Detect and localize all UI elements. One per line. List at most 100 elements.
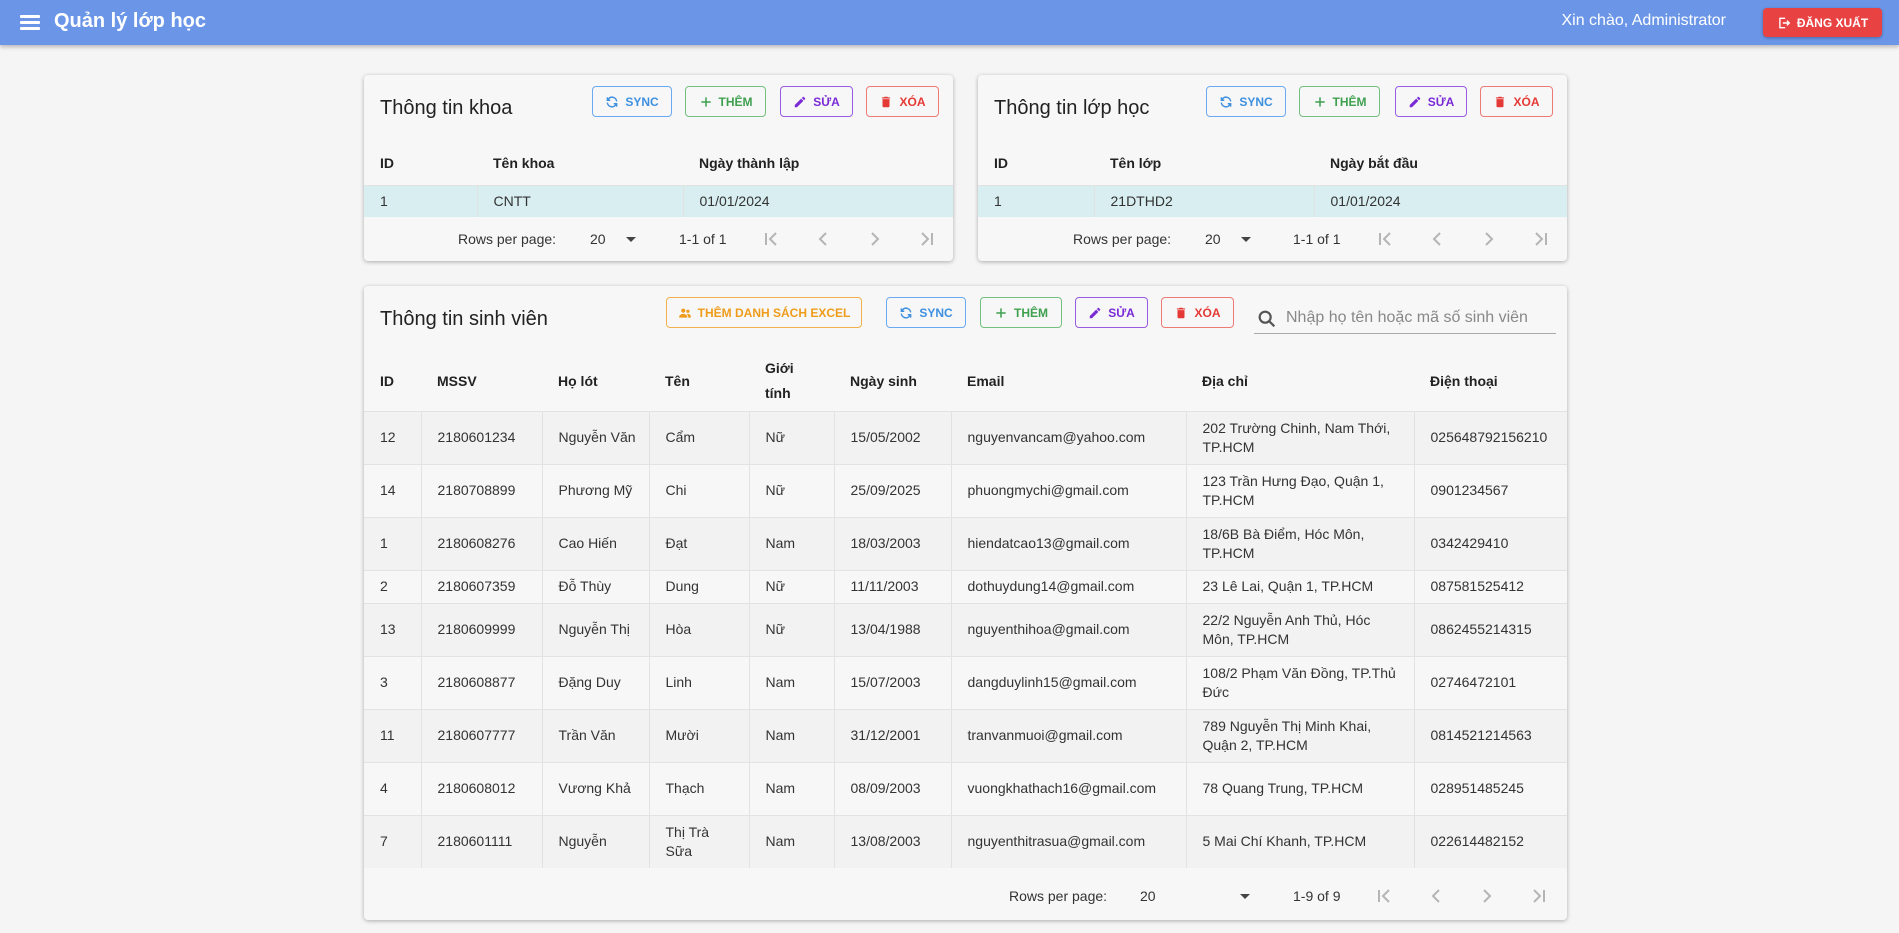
faculty-sync-button[interactable]: SYNC [592,86,672,117]
student-edit-button[interactable]: SỬA [1075,297,1148,328]
cell-dien-thoai: 087581525412 [1413,569,1567,603]
cell-email: phuongmychi@gmail.com [950,463,1186,517]
faculty-edit-button[interactable]: SỬA [780,86,853,117]
page-range: 1-9 of 9 [1293,888,1341,904]
col-header[interactable]: Ngày thành lập [683,141,953,185]
cell-ngay-sinh: 11/11/2003 [833,569,951,603]
cell: CNTT [476,184,683,217]
cell-mssv: 2180608012 [420,761,542,815]
table-row[interactable]: 2 2180607359 Đỗ Thùy Dung Nữ 11/11/2003 dothuy… [364,569,1567,603]
table-row[interactable]: 1 CNTT 01/01/2024 [364,184,953,217]
next-page-icon[interactable] [863,227,887,251]
next-page-icon[interactable] [1475,884,1499,908]
faculty-delete-button[interactable]: XÓA [866,86,939,117]
student-pagination: Rows per page: 20 1-9 of 9 [364,876,1567,916]
cell-ngay-sinh: 08/09/2003 [833,761,951,815]
table-row[interactable]: 1 21DTHD2 01/01/2024 [978,184,1567,217]
sync-icon [1220,96,1232,107]
col-header[interactable]: Tên khoa [477,141,683,185]
cell-mssv: 2180608276 [420,516,542,570]
dropdown-caret-icon[interactable] [1241,237,1251,242]
table-row[interactable]: 12 2180601234 Nguyễn Văn Cẩm Nữ 15/05/2002 ngu… [364,410,1567,464]
last-page-icon[interactable] [915,227,939,251]
col-header[interactable]: Họ lót [542,352,649,411]
col-header[interactable]: Giới tính [749,352,834,411]
cell-ngay-sinh: 13/08/2003 [833,814,951,868]
rows-per-page-select[interactable]: 20 [590,231,606,247]
col-header[interactable]: MSSV [421,352,542,411]
cell-dia-chi: 108/2 Phạm Văn Đồng, TP.Thủ Đức [1185,655,1414,709]
col-header[interactable]: Ngày sinh [834,352,951,411]
table-row[interactable]: 1 2180608276 Cao Hiến Đạt Nam 18/03/2003 hiend… [364,516,1567,570]
student-delete-button[interactable]: XÓA [1161,297,1234,328]
first-page-icon[interactable] [1373,227,1397,251]
col-header[interactable]: Địa chỉ [1186,352,1414,411]
dropdown-caret-icon[interactable] [1240,894,1250,899]
logout-button[interactable]: ĐĂNG XUẤT [1763,8,1882,37]
cell-mssv: 2180607777 [420,708,542,762]
faculty-table: ID Tên khoa Ngày thành lập 1 CNTT 01/01/… [364,141,953,217]
search-input[interactable] [1286,306,1551,330]
cell-id: 4 [364,761,421,815]
col-header[interactable]: ID [978,141,1094,185]
table-row[interactable]: 14 2180708899 Phương Mỹ Chi Nữ 25/09/2025 phuo… [364,463,1567,517]
plus-icon [700,96,711,107]
col-header[interactable]: Điện thoại [1414,352,1567,411]
first-page-icon[interactable] [759,227,783,251]
class-sync-button[interactable]: SYNC [1206,86,1286,117]
col-header[interactable]: Tên lớp [1094,141,1314,185]
rows-per-page-select[interactable]: 20 [1140,888,1156,904]
table-row[interactable]: 7 2180601111 Nguyễn Thị Trà Sữa Nam 13/08/200… [364,814,1567,868]
col-header[interactable]: Email [951,352,1186,411]
table-row[interactable]: 13 2180609999 Nguyễn Thị Hòa Nữ 13/04/1988 ngu… [364,602,1567,656]
student-table: ID MSSV Họ lót Tên Giới tính Ngày sinh E… [364,352,1567,868]
cell-ngay-sinh: 25/09/2025 [833,463,951,517]
cell-gioi-tinh: Nam [748,516,834,570]
cell-dia-chi: 202 Trường Chinh, Nam Thới, TP.HCM [1185,410,1414,464]
cell-id: 7 [364,814,421,868]
cell: 1 [978,184,1094,217]
pencil-icon [794,96,806,107]
class-delete-button[interactable]: XÓA [1480,86,1553,117]
cell-ngay-sinh: 15/07/2003 [833,655,951,709]
class-edit-button[interactable]: SỬA [1395,86,1467,117]
cell: 01/01/2024 [682,184,953,217]
next-page-icon[interactable] [1477,227,1501,251]
plus-icon [996,307,1006,318]
cell-gioi-tinh: Nam [748,814,834,868]
col-header[interactable]: Tên [649,352,749,411]
col-header[interactable]: ID [364,352,421,411]
col-header[interactable]: ID [364,141,477,185]
table-row[interactable]: 4 2180608012 Vương Khả Thạch Nam 08/09/2003 vu… [364,761,1567,815]
last-page-icon[interactable] [1527,884,1551,908]
menu-icon[interactable] [20,13,42,31]
col-header[interactable]: Ngày bắt đầu [1314,141,1567,185]
table-row[interactable]: 3 2180608877 Đặng Duy Linh Nam 15/07/2003 dang… [364,655,1567,709]
prev-page-icon[interactable] [1425,227,1449,251]
prev-page-icon[interactable] [1424,884,1448,908]
rows-per-page-select[interactable]: 20 [1205,231,1221,247]
add-excel-list-button[interactable]: THÊM DANH SÁCH EXCEL [666,297,862,328]
table-row[interactable]: 11 2180607777 Trần Văn Mười Nam 31/12/2001 tra… [364,708,1567,762]
last-page-icon[interactable] [1529,227,1553,251]
trash-icon [1177,307,1186,318]
cell-ngay-sinh: 15/05/2002 [833,410,951,464]
cell-email: tranvanmuoi@gmail.com [950,708,1186,762]
class-pagination: Rows per page: 20 1-1 of 1 [978,221,1567,257]
student-sync-button[interactable]: SYNC [886,297,966,328]
cell-ten: Mười [648,708,749,762]
cell-ho-lot: Nguyễn Thị [541,602,649,656]
class-title: Thông tin lớp học [994,97,1150,119]
class-add-button[interactable]: THÊM [1299,86,1380,117]
student-search [1254,300,1556,334]
faculty-add-button[interactable]: THÊM [685,86,766,117]
dropdown-caret-icon[interactable] [626,237,636,242]
sync-icon [606,96,618,107]
cell-dien-thoai: 028951485245 [1413,761,1567,815]
cell-gioi-tinh: Nữ [748,410,834,464]
first-page-icon[interactable] [1372,884,1396,908]
sync-icon [900,307,912,318]
student-add-button[interactable]: THÊM [980,297,1062,328]
cell-dia-chi: 123 Trần Hưng Đạo, Quận 1, TP.HCM [1185,463,1414,517]
prev-page-icon[interactable] [811,227,835,251]
